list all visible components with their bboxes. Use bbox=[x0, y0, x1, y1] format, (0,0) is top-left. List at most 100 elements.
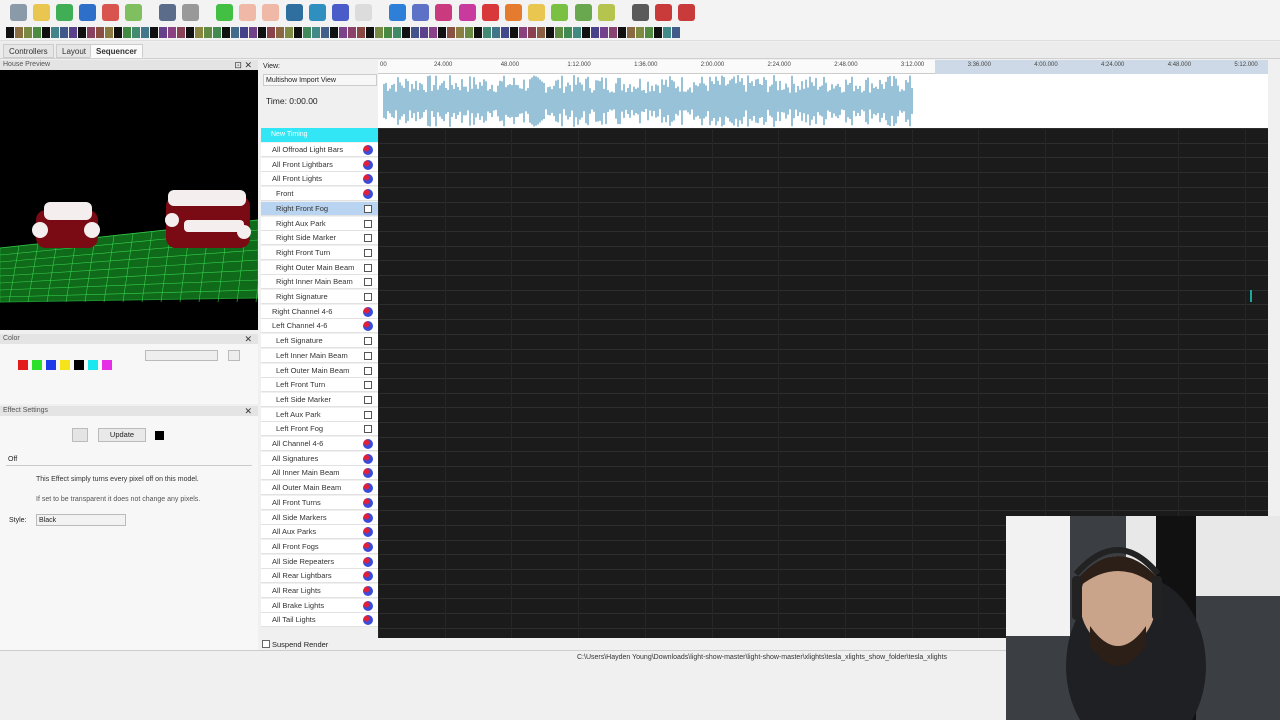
group-icon[interactable] bbox=[363, 439, 373, 449]
effect-tool-icon[interactable] bbox=[213, 27, 221, 38]
open-folder-icon[interactable] bbox=[56, 4, 73, 21]
checkbox-icon[interactable] bbox=[364, 366, 372, 375]
color-swatch-green[interactable] bbox=[32, 360, 42, 370]
effect-tool-icon[interactable] bbox=[429, 27, 437, 38]
effect-tool-icon[interactable] bbox=[672, 27, 680, 38]
model-row[interactable]: Left Front Fog bbox=[261, 422, 378, 437]
model-row[interactable]: All Inner Main Beam bbox=[261, 466, 378, 481]
model-row[interactable]: All Aux Parks bbox=[261, 525, 378, 540]
exit-icon[interactable] bbox=[678, 4, 695, 21]
group-icon[interactable] bbox=[363, 512, 373, 523]
effect-tool-icon[interactable] bbox=[600, 27, 608, 38]
open-file-icon[interactable] bbox=[33, 4, 50, 21]
model-row[interactable]: Right Front Fog bbox=[261, 201, 378, 216]
model-row[interactable]: All Tail Lights bbox=[261, 613, 378, 628]
effect-tool-icon[interactable] bbox=[618, 27, 626, 38]
effect-tool-icon[interactable] bbox=[294, 27, 302, 38]
model-row[interactable]: Right Channel 4-6 bbox=[261, 304, 378, 319]
effect-tool-icon[interactable] bbox=[69, 27, 77, 38]
checkbox-icon[interactable] bbox=[364, 248, 372, 257]
effect-tool-icon[interactable] bbox=[231, 27, 239, 38]
checkbox-icon[interactable] bbox=[364, 204, 372, 213]
group-icon[interactable] bbox=[363, 586, 373, 596]
magic-icon[interactable] bbox=[598, 4, 615, 21]
group-icon[interactable] bbox=[363, 189, 373, 200]
effect-tool-icon[interactable] bbox=[42, 27, 50, 38]
effect-tool-icon[interactable] bbox=[240, 27, 248, 38]
model-row[interactable]: Right Signature bbox=[261, 290, 378, 304]
close-icon[interactable]: ✕ bbox=[244, 406, 252, 416]
timing-row[interactable]: New Timing bbox=[261, 128, 378, 142]
effect-tool-icon[interactable] bbox=[87, 27, 95, 38]
effect-tool-icon[interactable] bbox=[123, 27, 131, 38]
effect-tool-icon[interactable] bbox=[438, 27, 446, 38]
effect-tool-icon[interactable] bbox=[177, 27, 185, 38]
group-icon[interactable] bbox=[363, 571, 373, 582]
model-row[interactable]: Right Side Marker bbox=[261, 231, 378, 246]
tab-controllers[interactable]: Controllers bbox=[3, 44, 54, 58]
checkbox-icon[interactable] bbox=[364, 395, 372, 404]
checkbox-icon[interactable] bbox=[364, 263, 372, 272]
effect-tool-icon[interactable] bbox=[591, 27, 599, 38]
effect-tool-icon[interactable] bbox=[456, 27, 464, 38]
model-row[interactable]: All Side Markers bbox=[261, 510, 378, 525]
effect-tool-icon[interactable] bbox=[366, 27, 374, 38]
update-button[interactable]: Update bbox=[98, 428, 146, 442]
color-swatch-blue[interactable] bbox=[46, 360, 56, 370]
effect-tool-icon[interactable] bbox=[393, 27, 401, 38]
effect-tool-icon[interactable] bbox=[330, 27, 338, 38]
group-icon[interactable] bbox=[363, 159, 373, 170]
effect-tool-icon[interactable] bbox=[528, 27, 536, 38]
model-row[interactable]: Left Front Turn bbox=[261, 378, 378, 393]
model-row[interactable]: All Channel 4-6 bbox=[261, 437, 378, 451]
effect-tool-icon[interactable] bbox=[6, 27, 14, 38]
group-icon[interactable] bbox=[363, 527, 373, 538]
effect-tool-icon[interactable] bbox=[303, 27, 311, 38]
effect-tool-icon[interactable] bbox=[636, 27, 644, 38]
palette-menu-icon[interactable] bbox=[228, 350, 240, 361]
calculator-icon[interactable] bbox=[182, 4, 199, 21]
model-row[interactable]: All Rear Lightbars bbox=[261, 569, 378, 584]
model-row[interactable]: All Front Lights bbox=[261, 172, 378, 187]
tab-layout[interactable]: Layout bbox=[56, 44, 93, 58]
effect-tool-icon[interactable] bbox=[168, 27, 176, 38]
effect-tool-icon[interactable] bbox=[267, 27, 275, 38]
effect-tool-icon[interactable] bbox=[249, 27, 257, 38]
effect-tool-icon[interactable] bbox=[645, 27, 653, 38]
save-as-icon[interactable] bbox=[102, 4, 119, 21]
color-swatch-magenta[interactable] bbox=[102, 360, 112, 370]
effect-tool-icon[interactable] bbox=[609, 27, 617, 38]
effect-tool-icon[interactable] bbox=[519, 27, 527, 38]
close-icon[interactable]: ⊡ ✕ bbox=[234, 60, 252, 70]
model-row[interactable]: All Brake Lights bbox=[261, 598, 378, 613]
color-swatch-cyan[interactable] bbox=[88, 360, 98, 370]
effect-tool-icon[interactable] bbox=[78, 27, 86, 38]
wand-icon[interactable] bbox=[575, 4, 592, 21]
effect-tool-icon[interactable] bbox=[339, 27, 347, 38]
effect-tool-icon[interactable] bbox=[204, 27, 212, 38]
timeline-ruler[interactable]: 00 24.000 48.000 1:12.000 1:36.000 2:00.000 2:… bbox=[378, 60, 1268, 74]
model-row[interactable]: All Rear Lights bbox=[261, 584, 378, 598]
forward-icon[interactable] bbox=[309, 4, 326, 21]
model-row[interactable]: Right Aux Park bbox=[261, 216, 378, 231]
grid-icon[interactable] bbox=[412, 4, 429, 21]
group-icon[interactable] bbox=[363, 600, 373, 611]
model-row[interactable]: All Front Turns bbox=[261, 495, 378, 510]
effect-tool-icon[interactable] bbox=[384, 27, 392, 38]
model-row[interactable]: Left Inner Main Beam bbox=[261, 348, 378, 363]
effect-tool-icon[interactable] bbox=[402, 27, 410, 38]
effect-tool-icon[interactable] bbox=[186, 27, 194, 38]
model-row[interactable]: Front bbox=[261, 187, 378, 202]
group-icon[interactable] bbox=[363, 321, 373, 332]
repeat-icon[interactable] bbox=[332, 4, 349, 21]
tab-sequencer[interactable]: Sequencer bbox=[90, 44, 143, 58]
audio-waveform[interactable] bbox=[378, 74, 1268, 128]
checkbox-icon[interactable] bbox=[364, 337, 372, 346]
rewind-icon[interactable] bbox=[286, 4, 303, 21]
model-row[interactable]: All Offroad Light Bars bbox=[261, 143, 378, 157]
effect-tool-icon[interactable] bbox=[546, 27, 554, 38]
effect-tool-icon[interactable] bbox=[501, 27, 509, 38]
checkbox-icon[interactable] bbox=[364, 425, 372, 434]
effect-tool-icon[interactable] bbox=[33, 27, 41, 38]
effect-tool-icon[interactable] bbox=[258, 27, 266, 38]
